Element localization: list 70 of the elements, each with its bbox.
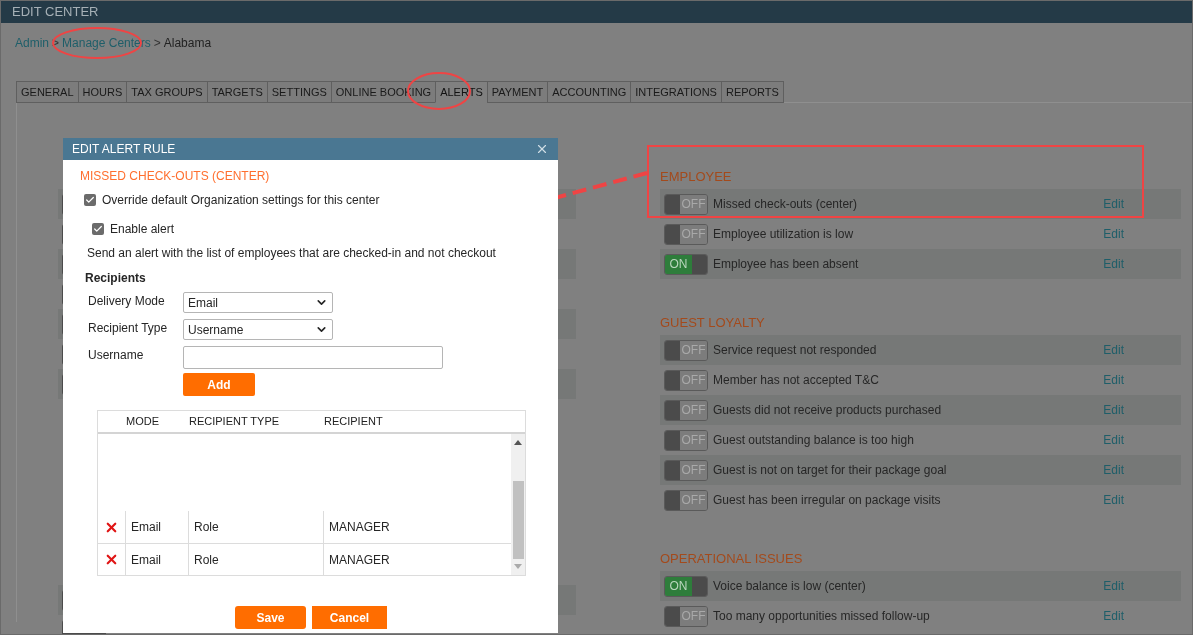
alert-label: Employee utilization is low — [713, 226, 855, 243]
checkbox[interactable] — [92, 223, 104, 235]
checkbox-label: Enable alert — [110, 221, 175, 238]
tab[interactable]: TARGETS — [206, 81, 268, 103]
checkbox-label: Override default Organization settings for this center — [102, 192, 380, 209]
table-cell: Role — [189, 544, 324, 575]
tab[interactable]: HOURS — [77, 81, 128, 103]
alert-label: Guest is not on target for their package goal — [713, 462, 948, 479]
alert-label: Service request not responded — [713, 342, 878, 359]
column-header: MODE — [126, 414, 160, 430]
tab[interactable]: ACCOUNTING — [547, 81, 632, 103]
checkbox[interactable] — [84, 194, 96, 206]
dropdown[interactable]: Username — [183, 319, 333, 340]
delete-icon[interactable] — [104, 552, 119, 567]
cancel-button[interactable]: Cancel — [312, 606, 387, 629]
alert-label: Guest has been irregular on package visits — [713, 492, 942, 509]
edit-link[interactable]: Edit — [1103, 255, 1124, 273]
close-icon[interactable] — [535, 142, 549, 156]
edit-link[interactable]: Edit — [1103, 225, 1124, 243]
input-field[interactable] — [183, 346, 443, 369]
table-cell-text: MANAGER — [328, 551, 391, 569]
column-header: RECIPIENT TYPE — [189, 414, 281, 430]
scroll-up-icon[interactable] — [514, 440, 522, 445]
tab[interactable]: PAYMENT — [486, 81, 549, 103]
field-label: Username — [88, 347, 145, 364]
window-title: EDIT CENTER — [12, 3, 99, 22]
edit-link[interactable]: Edit — [1103, 431, 1124, 449]
section-heading: OPERATIONAL ISSUES — [660, 550, 803, 569]
alert-description: Send an alert with the list of employees that are checked-in and not checkout — [87, 245, 497, 262]
tab[interactable]: GENERAL — [16, 81, 79, 103]
dropdown[interactable]: Email — [183, 292, 333, 313]
tab[interactable]: REPORTS — [720, 81, 784, 103]
alert-label: Employee has been absent — [713, 256, 860, 273]
edit-link[interactable]: Edit — [1103, 577, 1124, 595]
edit-link[interactable]: Edit — [1103, 401, 1124, 419]
scrollbar[interactable] — [511, 434, 525, 575]
rule-name: MISSED CHECK-OUTS (CENTER) — [80, 168, 271, 185]
toggle-switch[interactable]: ON — [664, 575, 708, 597]
table-cell-text: MANAGER — [328, 519, 391, 536]
alert-label: Voice balance is low (center) — [713, 578, 867, 595]
add-button[interactable]: Add — [183, 373, 255, 396]
alert-label: Guest outstanding balance is too high — [713, 432, 915, 449]
field-label: Recipient Type — [88, 320, 169, 337]
column-header: RECIPIENT — [324, 414, 384, 430]
breadcrumb-current: Alabama — [163, 35, 212, 52]
breadcrumb-link[interactable]: Admin — [15, 34, 49, 52]
table-cell: Email — [126, 511, 189, 543]
dialog-title: EDIT ALERT RULE — [72, 141, 176, 158]
table-cell: Email — [126, 544, 189, 575]
tab[interactable]: SETTINGS — [266, 81, 332, 103]
recipients-heading: Recipients — [85, 270, 147, 287]
save-button[interactable]: Save — [235, 606, 306, 629]
edit-link[interactable]: Edit — [1103, 607, 1124, 625]
edit-link[interactable]: Edit — [1103, 371, 1124, 389]
alert-label: Too many opportunities missed follow-up — [713, 608, 931, 625]
alert-label: Guests did not receive products purchased — [713, 402, 943, 419]
tab[interactable]: INTEGRATIONS — [630, 81, 722, 103]
alert-label: Missed check-outs (center) — [713, 196, 859, 213]
tab[interactable]: TAX GROUPS — [126, 81, 208, 103]
edit-link[interactable]: Edit — [1103, 195, 1124, 213]
edit-link[interactable]: Edit — [1103, 491, 1124, 509]
table-cell: Role — [189, 511, 324, 543]
alert-label: Member has not accepted T&C — [713, 372, 880, 389]
edit-link[interactable]: Edit — [1103, 461, 1124, 479]
section-heading: EMPLOYEE — [660, 168, 732, 187]
field-label: Delivery Mode — [88, 293, 166, 310]
section-heading: GUEST LOYALTY — [660, 314, 765, 333]
toggle-switch[interactable]: ON — [664, 253, 708, 275]
breadcrumb-separator: > — [153, 35, 161, 52]
edit-link[interactable]: Edit — [1103, 341, 1124, 359]
